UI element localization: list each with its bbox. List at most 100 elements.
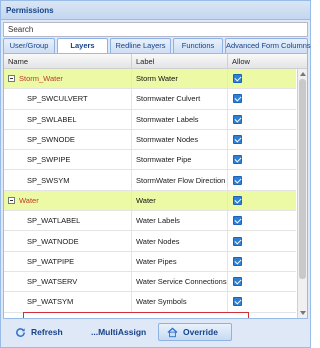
layer-name: SP_SWCULVERT <box>27 94 88 104</box>
tab-advanced-form-columns[interactable]: Advanced Form Columns <box>225 38 311 53</box>
layer-label: Stormwater Pipe <box>132 150 228 170</box>
override-label: Override <box>183 327 218 337</box>
search-box[interactable] <box>3 22 308 37</box>
allow-cell <box>228 272 296 291</box>
name-cell: SP_SWPIPE <box>4 150 132 170</box>
allow-checkbox[interactable] <box>233 256 242 266</box>
allow-cell <box>228 292 296 311</box>
layer-name: SP_SWSYM <box>27 175 70 185</box>
name-cell: SP_SWNODE <box>4 129 132 150</box>
name-cell: SP_WATSYM <box>4 292 132 312</box>
allow-cell <box>228 110 296 129</box>
layer-label: Stormwater Culvert <box>132 89 228 109</box>
allow-checkbox[interactable] <box>233 155 242 165</box>
refresh-button[interactable]: Refresh <box>15 323 63 341</box>
layers-grid: Name Label Allow Storm_Water Storm Water S… <box>3 53 308 319</box>
layer-label: Stormwater Nodes <box>132 129 228 150</box>
name-cell: Storm_Water <box>4 69 132 89</box>
allow-cell <box>228 191 296 210</box>
vertical-scrollbar[interactable] <box>297 69 307 318</box>
allow-checkbox[interactable] <box>233 216 242 226</box>
table-row[interactable]: SP_WATSERV Water Service Connections <box>4 271 296 293</box>
name-cell: SP_SWCULVERT <box>4 89 132 109</box>
layer-label: Water Symbols <box>132 292 228 312</box>
search-input[interactable] <box>4 23 307 36</box>
allow-checkbox[interactable] <box>233 94 242 104</box>
name-cell: SP_WATNODE <box>4 231 132 251</box>
allow-cell <box>228 69 296 88</box>
override-button[interactable]: Override <box>158 323 232 341</box>
name-cell: Water <box>4 190 132 211</box>
allow-cell <box>228 150 296 169</box>
table-row[interactable]: SP_SWLABEL Stormwater Labels <box>4 109 296 130</box>
name-cell: SP_WATLABEL <box>4 211 132 231</box>
tab-user-group[interactable]: User/Group <box>3 38 55 53</box>
column-header-allow[interactable]: Allow <box>228 54 307 69</box>
column-header-label[interactable]: Label <box>132 54 228 69</box>
table-row[interactable]: SP_SWPIPE Stormwater Pipe <box>4 150 296 171</box>
allow-checkbox[interactable] <box>233 236 242 246</box>
table-row[interactable]: SP_SWSYM StormWater Flow Direction <box>4 170 296 191</box>
collapse-icon[interactable] <box>8 196 15 204</box>
multiassign-button[interactable]: ...MultiAssign <box>91 323 146 341</box>
layer-name: SP_WATSYM <box>27 297 74 307</box>
grid-header: Name Label Allow <box>4 54 307 69</box>
permissions-panel: Permissions User/Group Layers Redline La… <box>0 0 311 348</box>
allow-checkbox[interactable] <box>233 74 242 84</box>
allow-checkbox[interactable] <box>233 175 242 185</box>
layer-name: SP_SWNODE <box>27 135 75 145</box>
layer-label: Water <box>132 190 228 211</box>
allow-cell <box>228 252 296 271</box>
allow-checkbox[interactable] <box>233 135 242 145</box>
allow-cell <box>228 130 296 149</box>
scroll-down-icon[interactable] <box>300 311 306 315</box>
name-cell: SP_SWSYM <box>4 170 132 190</box>
tab-redline-layers[interactable]: Redline Layers <box>110 38 171 53</box>
layer-name: SP_SWLABEL <box>27 114 77 124</box>
bottom-toolbar: Refresh ...MultiAssign Override <box>1 319 310 347</box>
allow-checkbox[interactable] <box>233 297 242 307</box>
group-row[interactable]: Storm_Water Storm Water <box>4 69 296 90</box>
layer-label: Water Pipes <box>132 251 228 271</box>
layer-name: SP_WATNODE <box>27 236 79 246</box>
panel-title: Permissions <box>1 1 310 20</box>
table-row[interactable]: SP_WATSYM Water Symbols <box>4 292 296 313</box>
group-row[interactable]: Water Water <box>4 190 296 212</box>
layer-name: SP_WATPIPE <box>27 256 75 266</box>
scroll-up-icon[interactable] <box>300 72 306 76</box>
layer-label: Water Nodes <box>132 231 228 251</box>
layer-name: Water <box>19 195 39 205</box>
tab-strip: User/Group Layers Redline Layers Functio… <box>3 38 311 54</box>
allow-cell <box>228 231 296 250</box>
column-header-name[interactable]: Name <box>4 54 132 69</box>
override-icon <box>167 327 178 337</box>
layer-label: StormWater Flow Direction <box>132 170 228 190</box>
layer-name: Storm_Water <box>19 74 63 84</box>
refresh-icon <box>16 327 25 337</box>
allow-cell <box>228 170 296 189</box>
table-row[interactable]: SP_WATLABEL Water Labels <box>4 211 296 232</box>
tab-functions[interactable]: Functions <box>173 38 223 53</box>
allow-cell <box>228 211 296 230</box>
allow-checkbox[interactable] <box>233 277 242 287</box>
layer-name: SP_WATSERV <box>27 277 78 287</box>
layer-label: Water Labels <box>132 211 228 231</box>
grid-body: Storm_Water Storm Water SP_SWCULVERT Stormw… <box>4 69 296 313</box>
allow-cell <box>228 89 296 108</box>
layer-label: Stormwater Labels <box>132 109 228 129</box>
layer-name: SP_WATLABEL <box>27 216 81 226</box>
scroll-thumb[interactable] <box>299 79 306 279</box>
table-row[interactable]: SP_WATPIPE Water Pipes <box>4 251 296 272</box>
name-cell: SP_SWLABEL <box>4 109 132 129</box>
allow-checkbox[interactable] <box>233 114 242 124</box>
collapse-icon[interactable] <box>8 75 15 83</box>
allow-checkbox[interactable] <box>233 195 242 205</box>
layer-name: SP_SWPIPE <box>27 155 71 165</box>
table-row[interactable]: SP_SWCULVERT Stormwater Culvert <box>4 89 296 110</box>
refresh-label: Refresh <box>31 327 63 337</box>
table-row[interactable]: SP_WATNODE Water Nodes <box>4 231 296 252</box>
name-cell: SP_WATPIPE <box>4 251 132 271</box>
table-row[interactable]: SP_SWNODE Stormwater Nodes <box>4 129 296 151</box>
tab-layers[interactable]: Layers <box>57 38 108 54</box>
layer-label: Water Service Connections <box>132 271 228 292</box>
